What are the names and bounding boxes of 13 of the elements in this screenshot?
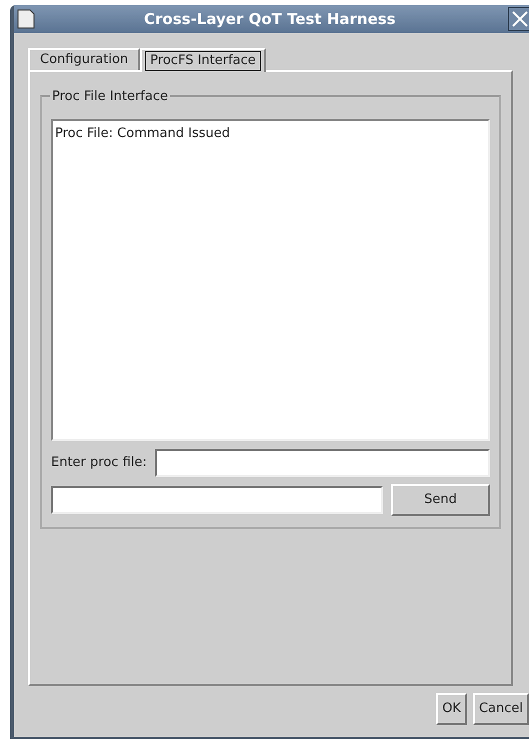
tab[interactable]: Configuration: [28, 48, 140, 70]
tab[interactable]: ProcFS Interface: [140, 48, 266, 72]
close-icon: [511, 10, 529, 28]
close-button[interactable]: [508, 7, 529, 31]
window-title: Cross-Layer QoT Test Harness: [144, 8, 396, 30]
document-icon: [16, 8, 36, 30]
send-button[interactable]: Send: [391, 484, 490, 516]
log-line: Proc File: Command Issued: [55, 126, 230, 141]
dialog-button[interactable]: OK: [436, 693, 467, 725]
dialog-button[interactable]: Cancel: [472, 693, 529, 725]
proc-file-field[interactable]: [154, 449, 490, 477]
proc-file-label: Enter proc file:: [51, 454, 147, 472]
command-field[interactable]: [51, 486, 383, 514]
